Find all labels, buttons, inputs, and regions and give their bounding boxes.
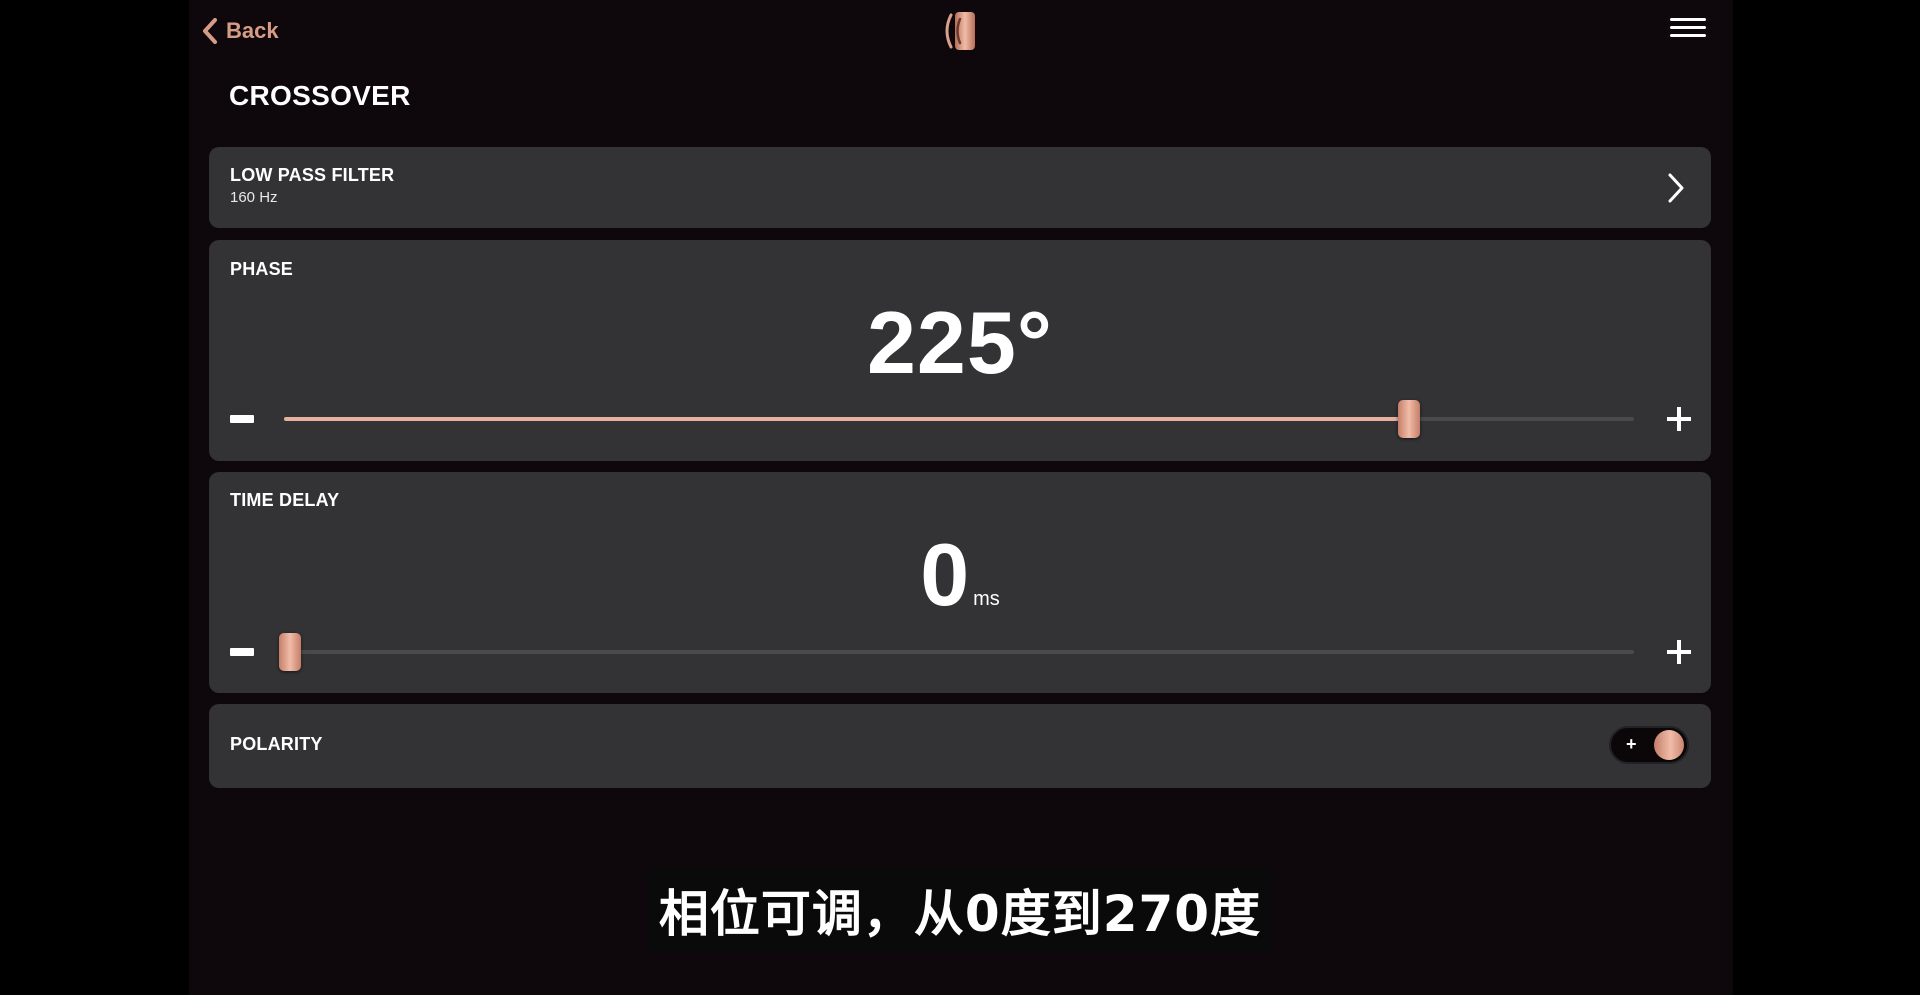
low-pass-filter-label: LOW PASS FILTER — [230, 165, 395, 185]
phase-label: PHASE — [230, 259, 294, 279]
time-delay-unit: ms — [973, 588, 1000, 610]
phase-decrease-button[interactable] — [230, 415, 254, 423]
back-label: Back — [226, 18, 279, 43]
phase-slider-thumb[interactable] — [1397, 400, 1420, 438]
time-delay-slider-thumb[interactable] — [279, 633, 301, 671]
time-delay-decrease-button[interactable] — [230, 648, 254, 656]
polarity-card: POLARITY + — [209, 704, 1711, 788]
polarity-toggle-knob — [1654, 730, 1684, 760]
time-delay-increase-button[interactable] — [1667, 640, 1691, 664]
video-caption-text: 相位可调，从0度到270度 — [646, 868, 1274, 952]
time-delay-label: TIME DELAY — [230, 490, 340, 510]
time-delay-value-group: 0 ms — [209, 524, 1711, 626]
polarity-toggle[interactable]: + — [1609, 726, 1689, 764]
phase-value: 225° — [866, 293, 1053, 392]
polarity-sign: + — [1626, 734, 1637, 754]
low-pass-filter-row[interactable]: LOW PASS FILTER 160 Hz — [209, 147, 1711, 228]
speaker-brand-logo — [945, 12, 975, 50]
back-button[interactable]: Back — [202, 12, 279, 50]
phase-card: PHASE 225° — [209, 240, 1711, 461]
video-caption: 相位可调，从0度到270度 — [0, 868, 1920, 952]
time-delay-value: 0 — [920, 525, 970, 624]
phase-slider[interactable] — [284, 400, 1634, 438]
chevron-left-icon — [203, 18, 217, 44]
time-delay-card: TIME DELAY 0 ms — [209, 472, 1711, 693]
chevron-right-icon — [1668, 173, 1684, 203]
phase-increase-button[interactable] — [1667, 407, 1691, 431]
time-delay-slider[interactable] — [279, 633, 1634, 671]
phase-slider-fill — [284, 417, 1409, 421]
hamburger-menu-icon[interactable] — [1670, 18, 1706, 46]
page-title: CROSSOVER — [229, 80, 411, 111]
low-pass-filter-value: 160 Hz — [230, 189, 278, 206]
polarity-label: POLARITY — [230, 734, 323, 754]
